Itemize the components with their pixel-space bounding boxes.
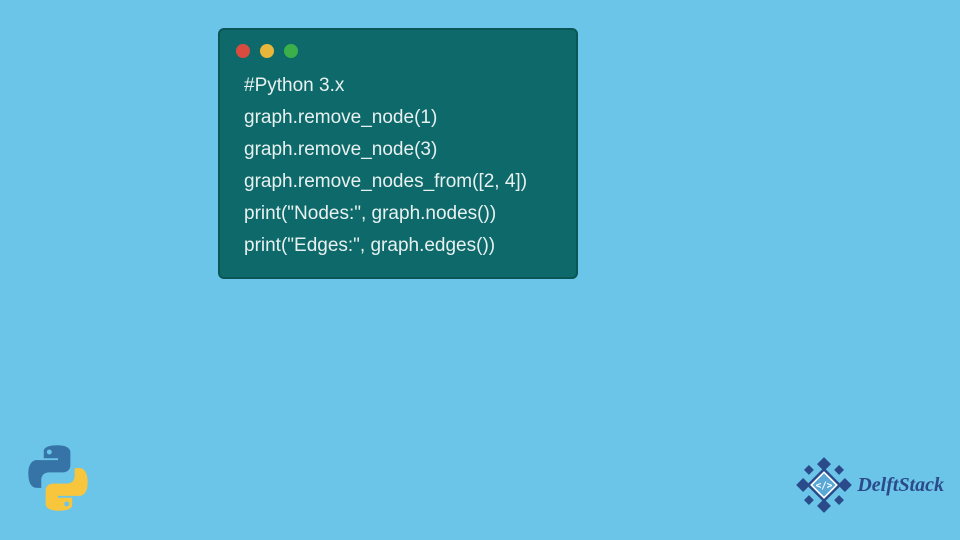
svg-text:</>: </> [816, 480, 833, 491]
brand-name: DelftStack [857, 474, 944, 497]
code-body: #Python 3.x graph.remove_node(1) graph.r… [220, 66, 576, 261]
python-logo-icon [24, 444, 92, 512]
code-line: #Python 3.x [244, 70, 556, 102]
minimize-icon [260, 44, 274, 58]
close-icon [236, 44, 250, 58]
code-window: #Python 3.x graph.remove_node(1) graph.r… [218, 28, 578, 279]
code-line: graph.remove_node(1) [244, 102, 556, 134]
delftstack-badge-icon: </> [795, 456, 853, 514]
delftstack-logo: </> DelftStack [795, 456, 944, 514]
code-line: graph.remove_node(3) [244, 134, 556, 166]
window-controls [220, 30, 576, 66]
code-line: print("Nodes:", graph.nodes()) [244, 198, 556, 230]
maximize-icon [284, 44, 298, 58]
code-line: graph.remove_nodes_from([2, 4]) [244, 166, 556, 198]
code-line: print("Edges:", graph.edges()) [244, 230, 556, 262]
